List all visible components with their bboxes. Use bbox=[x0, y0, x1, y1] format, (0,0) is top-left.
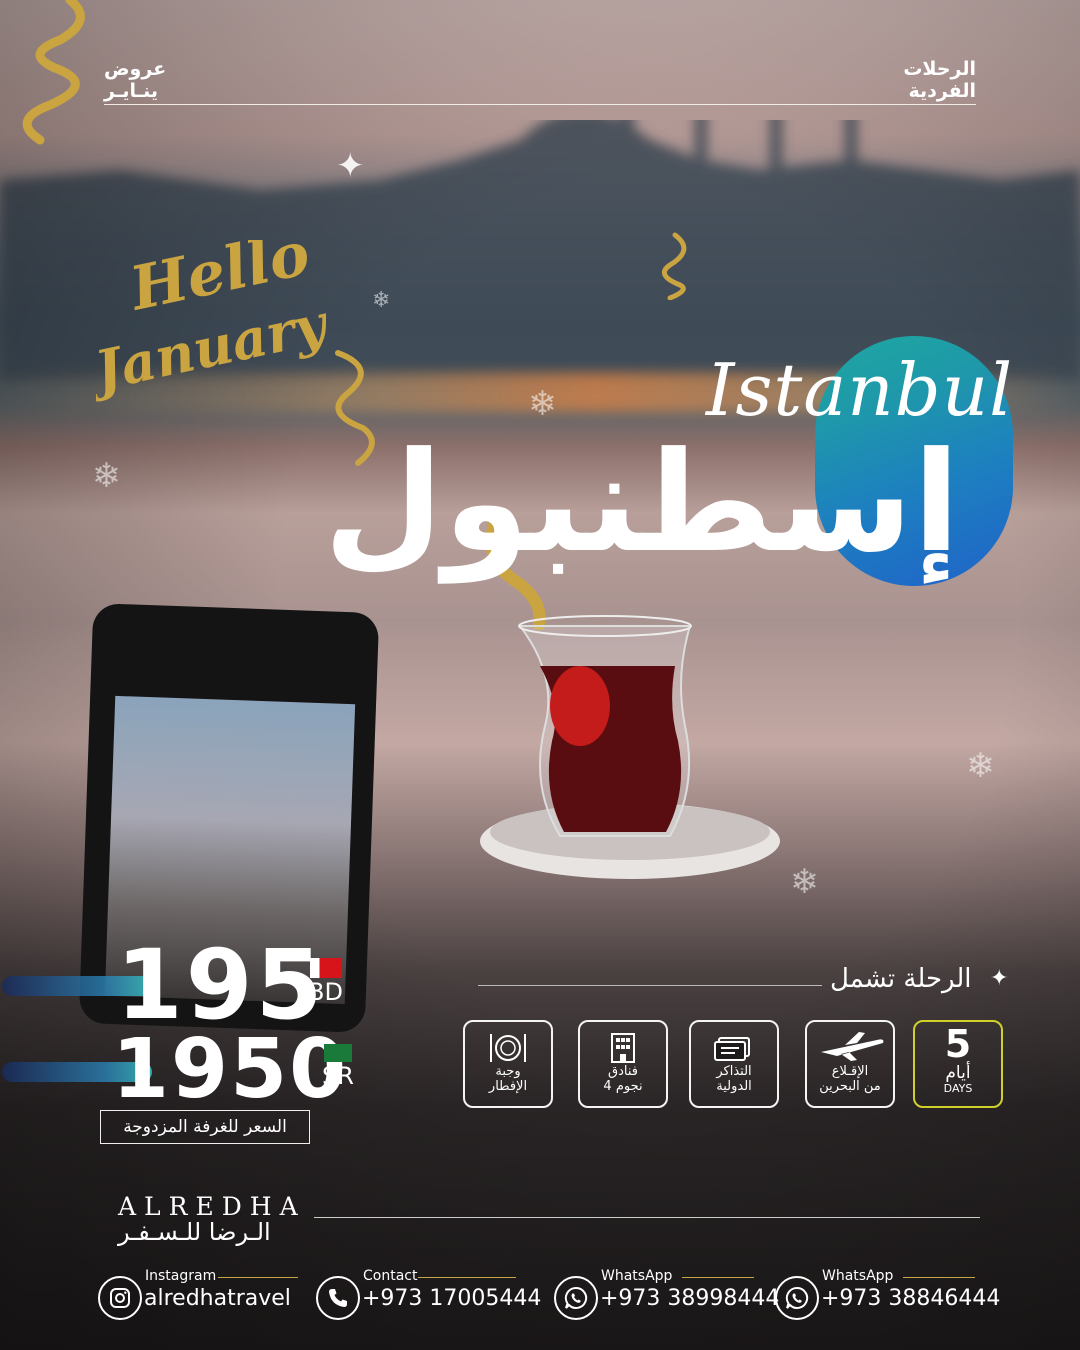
contact-whatsapp-2[interactable]: WhatsApp +973 38846444 bbox=[775, 1268, 1000, 1324]
label-rule bbox=[218, 1277, 298, 1278]
sparkle-icon: ✦ bbox=[990, 966, 1009, 991]
poster: عروض ينـايـر الرحلات الفردية ✦ ❄ ❄ ❄ ❄ ❄… bbox=[0, 0, 1080, 1350]
feature-flight-line1: الإقـلاع bbox=[831, 1064, 869, 1079]
contact-label: WhatsApp bbox=[822, 1268, 894, 1284]
snowflake-icon: ❄ bbox=[92, 456, 121, 496]
feature-tickets-line1: التذاكر bbox=[716, 1064, 752, 1079]
days-number: 5 bbox=[944, 1022, 972, 1066]
contact-phone[interactable]: Contact +973 17005444 bbox=[316, 1268, 541, 1324]
tea-glass-photo bbox=[480, 615, 780, 879]
whatsapp-icon bbox=[775, 1276, 819, 1320]
brand-divider bbox=[314, 1217, 980, 1218]
airplane-icon bbox=[821, 1032, 884, 1061]
feature-hotel-line2: 4 نجوم bbox=[603, 1079, 643, 1094]
sparkle-icon: ✦ bbox=[336, 146, 365, 186]
feature-hotel-card: فنادق 4 نجوم bbox=[578, 1020, 668, 1108]
days-arabic: أيام bbox=[945, 1063, 971, 1083]
feature-days-card: 5 أيام DAYS bbox=[913, 1020, 1003, 1108]
feature-hotel-line1: فنادق bbox=[608, 1064, 638, 1079]
feature-meal-line2: الإفطار bbox=[488, 1079, 528, 1094]
contact-instagram[interactable]: Instagram alredhatravel bbox=[98, 1268, 308, 1324]
label-rule bbox=[418, 1277, 516, 1278]
instagram-icon bbox=[98, 1276, 142, 1320]
trip-type-line2: الفردية bbox=[908, 80, 976, 102]
ticket-icon bbox=[714, 1037, 750, 1061]
hello-january-lettering: Hello January bbox=[96, 240, 335, 405]
price-note: السعر للغرفة المزدوجة bbox=[100, 1110, 310, 1144]
label-rule bbox=[682, 1277, 754, 1278]
currency-bhd: BD bbox=[308, 978, 343, 1006]
days-english: DAYS bbox=[943, 1082, 973, 1095]
contact-value[interactable]: +973 38998444 bbox=[600, 1286, 779, 1311]
bahrain-flag-icon bbox=[310, 958, 342, 978]
includes-divider bbox=[478, 985, 822, 986]
contact-value[interactable]: +973 38846444 bbox=[821, 1286, 1000, 1311]
label-rule bbox=[903, 1277, 975, 1278]
offer-label: عروض ينـايـر bbox=[104, 58, 166, 102]
contact-label: WhatsApp bbox=[601, 1268, 673, 1284]
hotel-icon bbox=[611, 1033, 635, 1063]
contact-label: Contact bbox=[363, 1268, 418, 1284]
feature-flight-line2: من البحرين bbox=[819, 1079, 881, 1094]
feature-meal-card: وجبة الإفطار bbox=[463, 1020, 553, 1108]
snowflake-icon: ❄ bbox=[372, 288, 391, 313]
brand-logo-english: ALREDHA bbox=[118, 1192, 306, 1221]
price-sar: 1950 bbox=[112, 1022, 349, 1117]
phone-icon bbox=[316, 1276, 360, 1320]
currency-sar: SR bbox=[322, 1062, 354, 1090]
feature-tickets-line2: الدولية bbox=[716, 1079, 752, 1094]
snowflake-icon: ❄ bbox=[966, 746, 995, 786]
contact-value[interactable]: alredhatravel bbox=[144, 1286, 291, 1311]
meal-icon bbox=[490, 1034, 526, 1062]
brand-logo-arabic: الـرضا للـسـفـر bbox=[118, 1218, 271, 1246]
contact-value[interactable]: +973 17005444 bbox=[362, 1286, 541, 1311]
destination-arabic: إسطنبول bbox=[323, 422, 960, 583]
whatsapp-icon bbox=[554, 1276, 598, 1320]
trip-type-label: الرحلات الفردية bbox=[903, 58, 976, 102]
contact-label: Instagram bbox=[145, 1268, 217, 1284]
feature-tickets-card: التذاكر الدولية bbox=[689, 1020, 779, 1108]
contact-whatsapp-1[interactable]: WhatsApp +973 38998444 bbox=[554, 1268, 779, 1324]
trip-type-line1: الرحلات bbox=[903, 58, 976, 80]
gold-streamer-right bbox=[661, 232, 687, 300]
gold-streamer-top-left bbox=[22, 0, 85, 145]
header-divider bbox=[104, 104, 976, 105]
feature-meal-line1: وجبة bbox=[495, 1064, 521, 1079]
offer-label-line1: عروض bbox=[104, 58, 167, 80]
includes-title: الرحلة تشمل bbox=[830, 964, 972, 994]
offer-label-line2: ينـايـر bbox=[104, 80, 158, 102]
feature-flight-card: الإقـلاع من البحرين bbox=[805, 1020, 895, 1108]
saudi-flag-icon bbox=[324, 1044, 352, 1062]
